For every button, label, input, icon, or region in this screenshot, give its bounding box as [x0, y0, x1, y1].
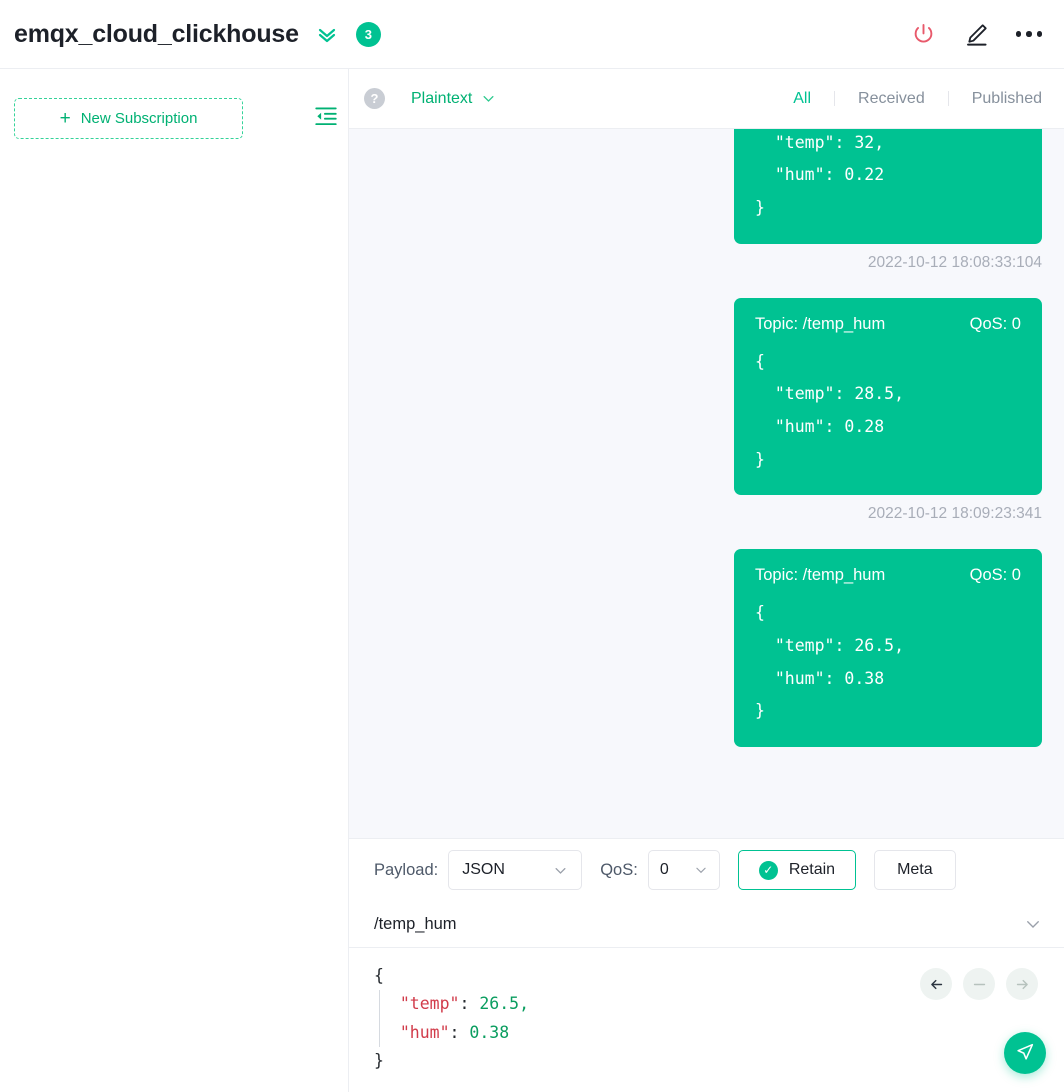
- plus-icon: +: [59, 108, 71, 129]
- message-timestamp: 2022-10-12 18:09:23:341: [867, 505, 1042, 523]
- new-subscription-label: New Subscription: [80, 110, 198, 127]
- topic-input[interactable]: /temp_hum: [374, 915, 1024, 934]
- chevron-down-icon[interactable]: [1024, 915, 1042, 933]
- tab-received[interactable]: Received: [835, 90, 948, 107]
- double-chevron-down-icon[interactable]: [315, 22, 339, 46]
- payload-type-select[interactable]: JSON: [448, 850, 583, 890]
- chevron-down-icon: [553, 863, 568, 878]
- chevron-down-icon: [694, 863, 708, 877]
- code-token: "temp": [399, 994, 460, 1014]
- message-item: { "temp": 32, "hum": 0.22 } 2022-10-12 1…: [371, 129, 1042, 298]
- retain-toggle[interactable]: ✓ Retain: [737, 850, 857, 890]
- retain-label: Retain: [788, 861, 836, 878]
- payload-type-value: JSON: [462, 861, 505, 878]
- message-bubble[interactable]: Topic: /temp_hum QoS: 0 { "temp": 26.5, …: [734, 549, 1042, 747]
- message-payload: { "temp": 28.5, "hum": 0.28 }: [755, 351, 905, 469]
- code-token: "hum": [399, 1022, 450, 1042]
- check-icon: ✓: [758, 860, 778, 880]
- arrow-left-icon[interactable]: [920, 968, 952, 1000]
- new-subscription-button[interactable]: + New Subscription: [14, 98, 243, 139]
- code-token: }: [374, 1051, 384, 1071]
- tab-published[interactable]: Published: [949, 90, 1042, 107]
- help-icon[interactable]: ?: [364, 88, 385, 109]
- edit-pencil-icon[interactable]: [963, 21, 990, 48]
- message-payload: { "temp": 26.5, "hum": 0.38 }: [755, 603, 905, 721]
- publish-options-row: Payload: JSON QoS: 0 ✓ Retain Meta: [349, 839, 1064, 901]
- message-count-badge: 3: [355, 21, 381, 47]
- message-filter-tabs: All Received Published: [770, 90, 1042, 107]
- message-qos: QoS: 0: [969, 566, 1021, 585]
- subscriptions-sidebar: + New Subscription: [0, 69, 349, 1092]
- payload-format-value: Plaintext: [411, 89, 473, 107]
- more-options-icon[interactable]: [1015, 31, 1042, 37]
- connection-title: emqx_cloud_clickhouse: [14, 19, 299, 48]
- message-qos: QoS: 0: [969, 314, 1021, 333]
- power-icon[interactable]: [910, 21, 937, 48]
- message-topic: Topic: /temp_hum: [755, 566, 886, 585]
- chevron-down-icon: [483, 96, 494, 102]
- top-bar: emqx_cloud_clickhouse 3: [0, 0, 1064, 69]
- code-token: :: [449, 1022, 470, 1042]
- message-bubble-header: Topic: /temp_hum QoS: 0: [755, 315, 1021, 334]
- code-line: "hum": 0.38: [379, 1018, 1042, 1048]
- publish-payload-editor[interactable]: { "temp": 26.5, "hum": 0.38 }: [349, 948, 1064, 1092]
- payload-label: Payload:: [374, 860, 439, 879]
- meta-button[interactable]: Meta: [874, 850, 956, 890]
- message-bubble-header: Topic: /temp_hum QoS: 0: [755, 566, 1021, 585]
- message-bubble[interactable]: Topic: /temp_hum QoS: 0 { "temp": 28.5, …: [734, 297, 1042, 496]
- tab-all[interactable]: All: [770, 90, 834, 107]
- publish-panel: Payload: JSON QoS: 0 ✓ Retain Meta /temp…: [349, 838, 1064, 1092]
- code-token: :: [459, 994, 480, 1014]
- code-token: {: [374, 966, 384, 985]
- code-token: 26.5,: [479, 994, 530, 1014]
- messages-toolbar: ? Plaintext All Received Published: [349, 69, 1064, 129]
- qos-value: 0: [659, 861, 669, 878]
- qos-label: QoS:: [600, 860, 638, 879]
- editor-nav-buttons: [920, 968, 1038, 1000]
- message-item: Topic: /temp_hum QoS: 0 { "temp": 28.5, …: [371, 297, 1042, 550]
- send-paper-plane-icon: [1014, 1041, 1036, 1066]
- message-bubble[interactable]: { "temp": 32, "hum": 0.22 }: [734, 129, 1042, 244]
- message-topic: Topic: /temp_hum: [755, 314, 886, 333]
- qos-select[interactable]: 0: [647, 850, 720, 890]
- publish-topic-row[interactable]: /temp_hum: [349, 901, 1064, 948]
- mqtt-client-window: emqx_cloud_clickhouse 3 + New Subscripti…: [0, 0, 1064, 1092]
- subscriptions-header: + New Subscription: [0, 98, 348, 139]
- arrow-right-icon[interactable]: [1006, 968, 1038, 1000]
- message-item: Topic: /temp_hum QoS: 0 { "temp": 26.5, …: [371, 549, 1042, 747]
- code-line: }: [374, 1047, 1042, 1075]
- code-token: 0.38: [469, 1022, 510, 1042]
- topbar-actions: [910, 21, 1042, 48]
- minus-icon[interactable]: [963, 968, 995, 1000]
- collapse-panel-icon[interactable]: [313, 103, 339, 129]
- payload-format-select[interactable]: Plaintext: [411, 90, 496, 108]
- message-payload: { "temp": 32, "hum": 0.22 }: [755, 132, 885, 217]
- message-timestamp: 2022-10-12 18:08:33:104: [867, 253, 1042, 271]
- send-button[interactable]: [1004, 1032, 1046, 1074]
